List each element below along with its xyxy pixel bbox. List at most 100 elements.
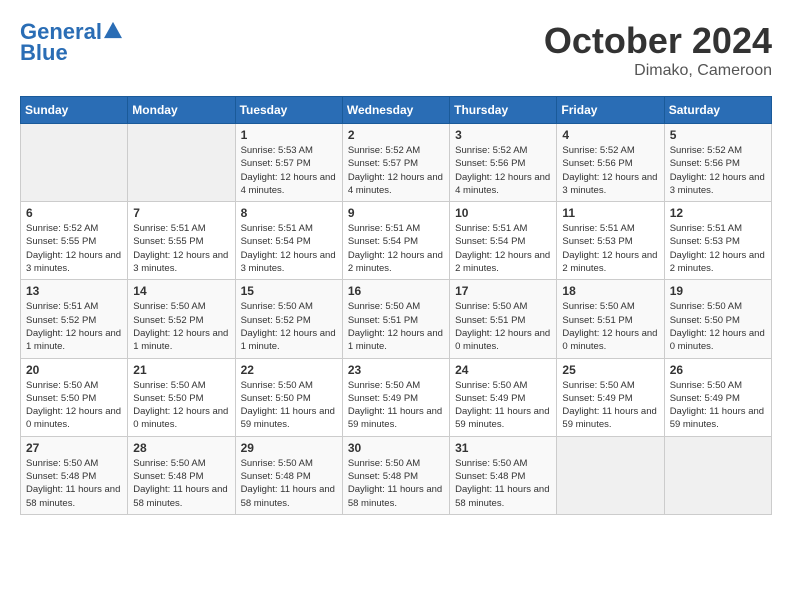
calendar-cell: 28 Sunrise: 5:50 AM Sunset: 5:48 PM Dayli… [128,436,235,514]
calendar-cell [557,436,664,514]
day-number: 14 [133,284,229,298]
day-number: 31 [455,441,551,455]
day-info: Sunrise: 5:50 AM Sunset: 5:49 PM Dayligh… [562,379,658,432]
day-number: 12 [670,206,766,220]
weekday-header: Saturday [664,97,771,124]
day-number: 11 [562,206,658,220]
calendar-body: 1 Sunrise: 5:53 AM Sunset: 5:57 PM Daylig… [21,124,772,515]
day-info: Sunrise: 5:52 AM Sunset: 5:55 PM Dayligh… [26,222,122,275]
day-info: Sunrise: 5:50 AM Sunset: 5:50 PM Dayligh… [241,379,337,432]
day-number: 9 [348,206,444,220]
day-info: Sunrise: 5:50 AM Sunset: 5:48 PM Dayligh… [133,457,229,510]
calendar-cell: 19 Sunrise: 5:50 AM Sunset: 5:50 PM Dayli… [664,280,771,358]
calendar-week-row: 1 Sunrise: 5:53 AM Sunset: 5:57 PM Daylig… [21,124,772,202]
calendar-cell: 22 Sunrise: 5:50 AM Sunset: 5:50 PM Dayli… [235,358,342,436]
day-info: Sunrise: 5:50 AM Sunset: 5:52 PM Dayligh… [133,300,229,353]
weekday-header: Wednesday [342,97,449,124]
day-number: 28 [133,441,229,455]
calendar-cell: 6 Sunrise: 5:52 AM Sunset: 5:55 PM Daylig… [21,202,128,280]
day-number: 6 [26,206,122,220]
weekday-header: Monday [128,97,235,124]
calendar-week-row: 27 Sunrise: 5:50 AM Sunset: 5:48 PM Dayli… [21,436,772,514]
calendar-cell: 27Sunrise: 5:50 AM Sunset: 5:48 PM Dayli… [21,436,128,514]
day-number: 1 [241,128,337,142]
weekday-header: Sunday [21,97,128,124]
calendar-cell: 7 Sunrise: 5:51 AM Sunset: 5:55 PM Daylig… [128,202,235,280]
day-number: 4 [562,128,658,142]
calendar-cell: 4 Sunrise: 5:52 AM Sunset: 5:56 PM Daylig… [557,124,664,202]
day-number: 13 [26,284,122,298]
calendar-cell: 2 Sunrise: 5:52 AM Sunset: 5:57 PM Daylig… [342,124,449,202]
day-info: Sunrise: 5:53 AM Sunset: 5:57 PM Dayligh… [241,144,337,197]
calendar-week-row: 20 Sunrise: 5:50 AM Sunset: 5:50 PM Dayli… [21,358,772,436]
title-block: October 2024 Dimako, Cameroon [544,20,772,80]
calendar-cell: 14 Sunrise: 5:50 AM Sunset: 5:52 PM Dayli… [128,280,235,358]
calendar-cell: 24Sunrise: 5:50 AM Sunset: 5:49 PM Dayli… [450,358,557,436]
calendar-cell: 1 Sunrise: 5:53 AM Sunset: 5:57 PM Daylig… [235,124,342,202]
calendar-header-row: SundayMondayTuesdayWednesdayThursdayFrid… [21,97,772,124]
day-info: Sunrise: 5:51 AM Sunset: 5:54 PM Dayligh… [455,222,551,275]
day-info: Sunrise: 5:51 AM Sunset: 5:55 PM Dayligh… [133,222,229,275]
day-info: Sunrise: 5:52 AM Sunset: 5:57 PM Dayligh… [348,144,444,197]
day-info: Sunrise: 5:50 AM Sunset: 5:50 PM Dayligh… [670,300,766,353]
day-info: Sunrise: 5:50 AM Sunset: 5:50 PM Dayligh… [133,379,229,432]
calendar-cell: 29 Sunrise: 5:50 AM Sunset: 5:48 PM Dayli… [235,436,342,514]
day-info: Sunrise: 5:52 AM Sunset: 5:56 PM Dayligh… [670,144,766,197]
calendar-week-row: 6 Sunrise: 5:52 AM Sunset: 5:55 PM Daylig… [21,202,772,280]
calendar-cell: 31 Sunrise: 5:50 AM Sunset: 5:48 PM Dayli… [450,436,557,514]
calendar-cell: 12 Sunrise: 5:51 AM Sunset: 5:53 PM Dayli… [664,202,771,280]
day-info: Sunrise: 5:50 AM Sunset: 5:49 PM Dayligh… [670,379,766,432]
day-number: 25 [562,363,658,377]
location: Dimako, Cameroon [544,62,772,80]
day-info: Sunrise: 5:50 AM Sunset: 5:50 PM Dayligh… [26,379,122,432]
calendar-cell: 26 Sunrise: 5:50 AM Sunset: 5:49 PM Dayli… [664,358,771,436]
day-number: 20 [26,363,122,377]
calendar-cell: 3Sunrise: 5:52 AM Sunset: 5:56 PM Daylig… [450,124,557,202]
day-number: 29 [241,441,337,455]
day-info: Sunrise: 5:51 AM Sunset: 5:52 PM Dayligh… [26,300,122,353]
day-info: Sunrise: 5:52 AM Sunset: 5:56 PM Dayligh… [562,144,658,197]
day-info: Sunrise: 5:50 AM Sunset: 5:51 PM Dayligh… [455,300,551,353]
day-number: 17 [455,284,551,298]
weekday-header: Friday [557,97,664,124]
day-number: 26 [670,363,766,377]
calendar-cell: 11 Sunrise: 5:51 AM Sunset: 5:53 PM Dayli… [557,202,664,280]
calendar-cell [21,124,128,202]
day-info: Sunrise: 5:50 AM Sunset: 5:49 PM Dayligh… [455,379,551,432]
day-number: 10 [455,206,551,220]
day-info: Sunrise: 5:50 AM Sunset: 5:51 PM Dayligh… [348,300,444,353]
calendar-week-row: 13 Sunrise: 5:51 AM Sunset: 5:52 PM Dayli… [21,280,772,358]
weekday-header: Thursday [450,97,557,124]
calendar-cell: 17 Sunrise: 5:50 AM Sunset: 5:51 PM Dayli… [450,280,557,358]
logo-icon [104,21,122,39]
day-info: Sunrise: 5:51 AM Sunset: 5:53 PM Dayligh… [670,222,766,275]
calendar-cell: 16Sunrise: 5:50 AM Sunset: 5:51 PM Dayli… [342,280,449,358]
calendar-cell: 13 Sunrise: 5:51 AM Sunset: 5:52 PM Dayli… [21,280,128,358]
day-number: 21 [133,363,229,377]
day-number: 27 [26,441,122,455]
calendar-cell: 18Sunrise: 5:50 AM Sunset: 5:51 PM Dayli… [557,280,664,358]
day-number: 7 [133,206,229,220]
day-info: Sunrise: 5:50 AM Sunset: 5:48 PM Dayligh… [455,457,551,510]
page-header: General Blue October 2024 Dimako, Camero… [20,20,772,80]
day-info: Sunrise: 5:50 AM Sunset: 5:51 PM Dayligh… [562,300,658,353]
day-info: Sunrise: 5:51 AM Sunset: 5:53 PM Dayligh… [562,222,658,275]
day-info: Sunrise: 5:50 AM Sunset: 5:48 PM Dayligh… [241,457,337,510]
day-info: Sunrise: 5:52 AM Sunset: 5:56 PM Dayligh… [455,144,551,197]
day-number: 23 [348,363,444,377]
calendar-table: SundayMondayTuesdayWednesdayThursdayFrid… [20,96,772,515]
day-info: Sunrise: 5:50 AM Sunset: 5:49 PM Dayligh… [348,379,444,432]
calendar-cell: 25 Sunrise: 5:50 AM Sunset: 5:49 PM Dayli… [557,358,664,436]
month-title: October 2024 [544,20,772,62]
calendar-cell: 9Sunrise: 5:51 AM Sunset: 5:54 PM Daylig… [342,202,449,280]
calendar-cell: 15Sunrise: 5:50 AM Sunset: 5:52 PM Dayli… [235,280,342,358]
day-number: 5 [670,128,766,142]
day-number: 22 [241,363,337,377]
calendar-cell [128,124,235,202]
day-number: 2 [348,128,444,142]
calendar-cell: 8Sunrise: 5:51 AM Sunset: 5:54 PM Daylig… [235,202,342,280]
day-number: 30 [348,441,444,455]
calendar-cell: 23 Sunrise: 5:50 AM Sunset: 5:49 PM Dayli… [342,358,449,436]
day-number: 19 [670,284,766,298]
calendar-cell: 21 Sunrise: 5:50 AM Sunset: 5:50 PM Dayli… [128,358,235,436]
